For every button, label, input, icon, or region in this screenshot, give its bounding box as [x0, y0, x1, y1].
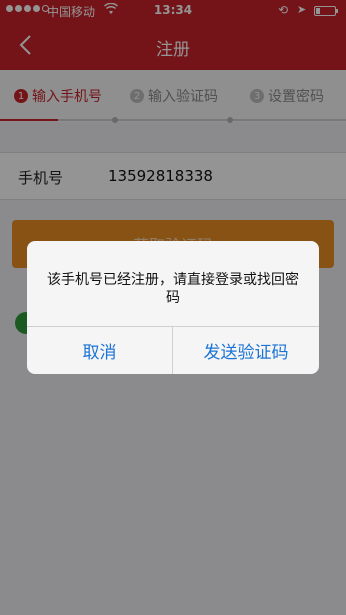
cancel-button[interactable]: 取消 [27, 327, 172, 374]
alert-message: 该手机号已经注册，请直接登录或找回密码 [47, 272, 299, 306]
send-code-button[interactable]: 发送验证码 [173, 327, 319, 374]
alert-dialog: 该手机号已经注册，请直接登录或找回密码 取消 发送验证码 [27, 241, 319, 374]
